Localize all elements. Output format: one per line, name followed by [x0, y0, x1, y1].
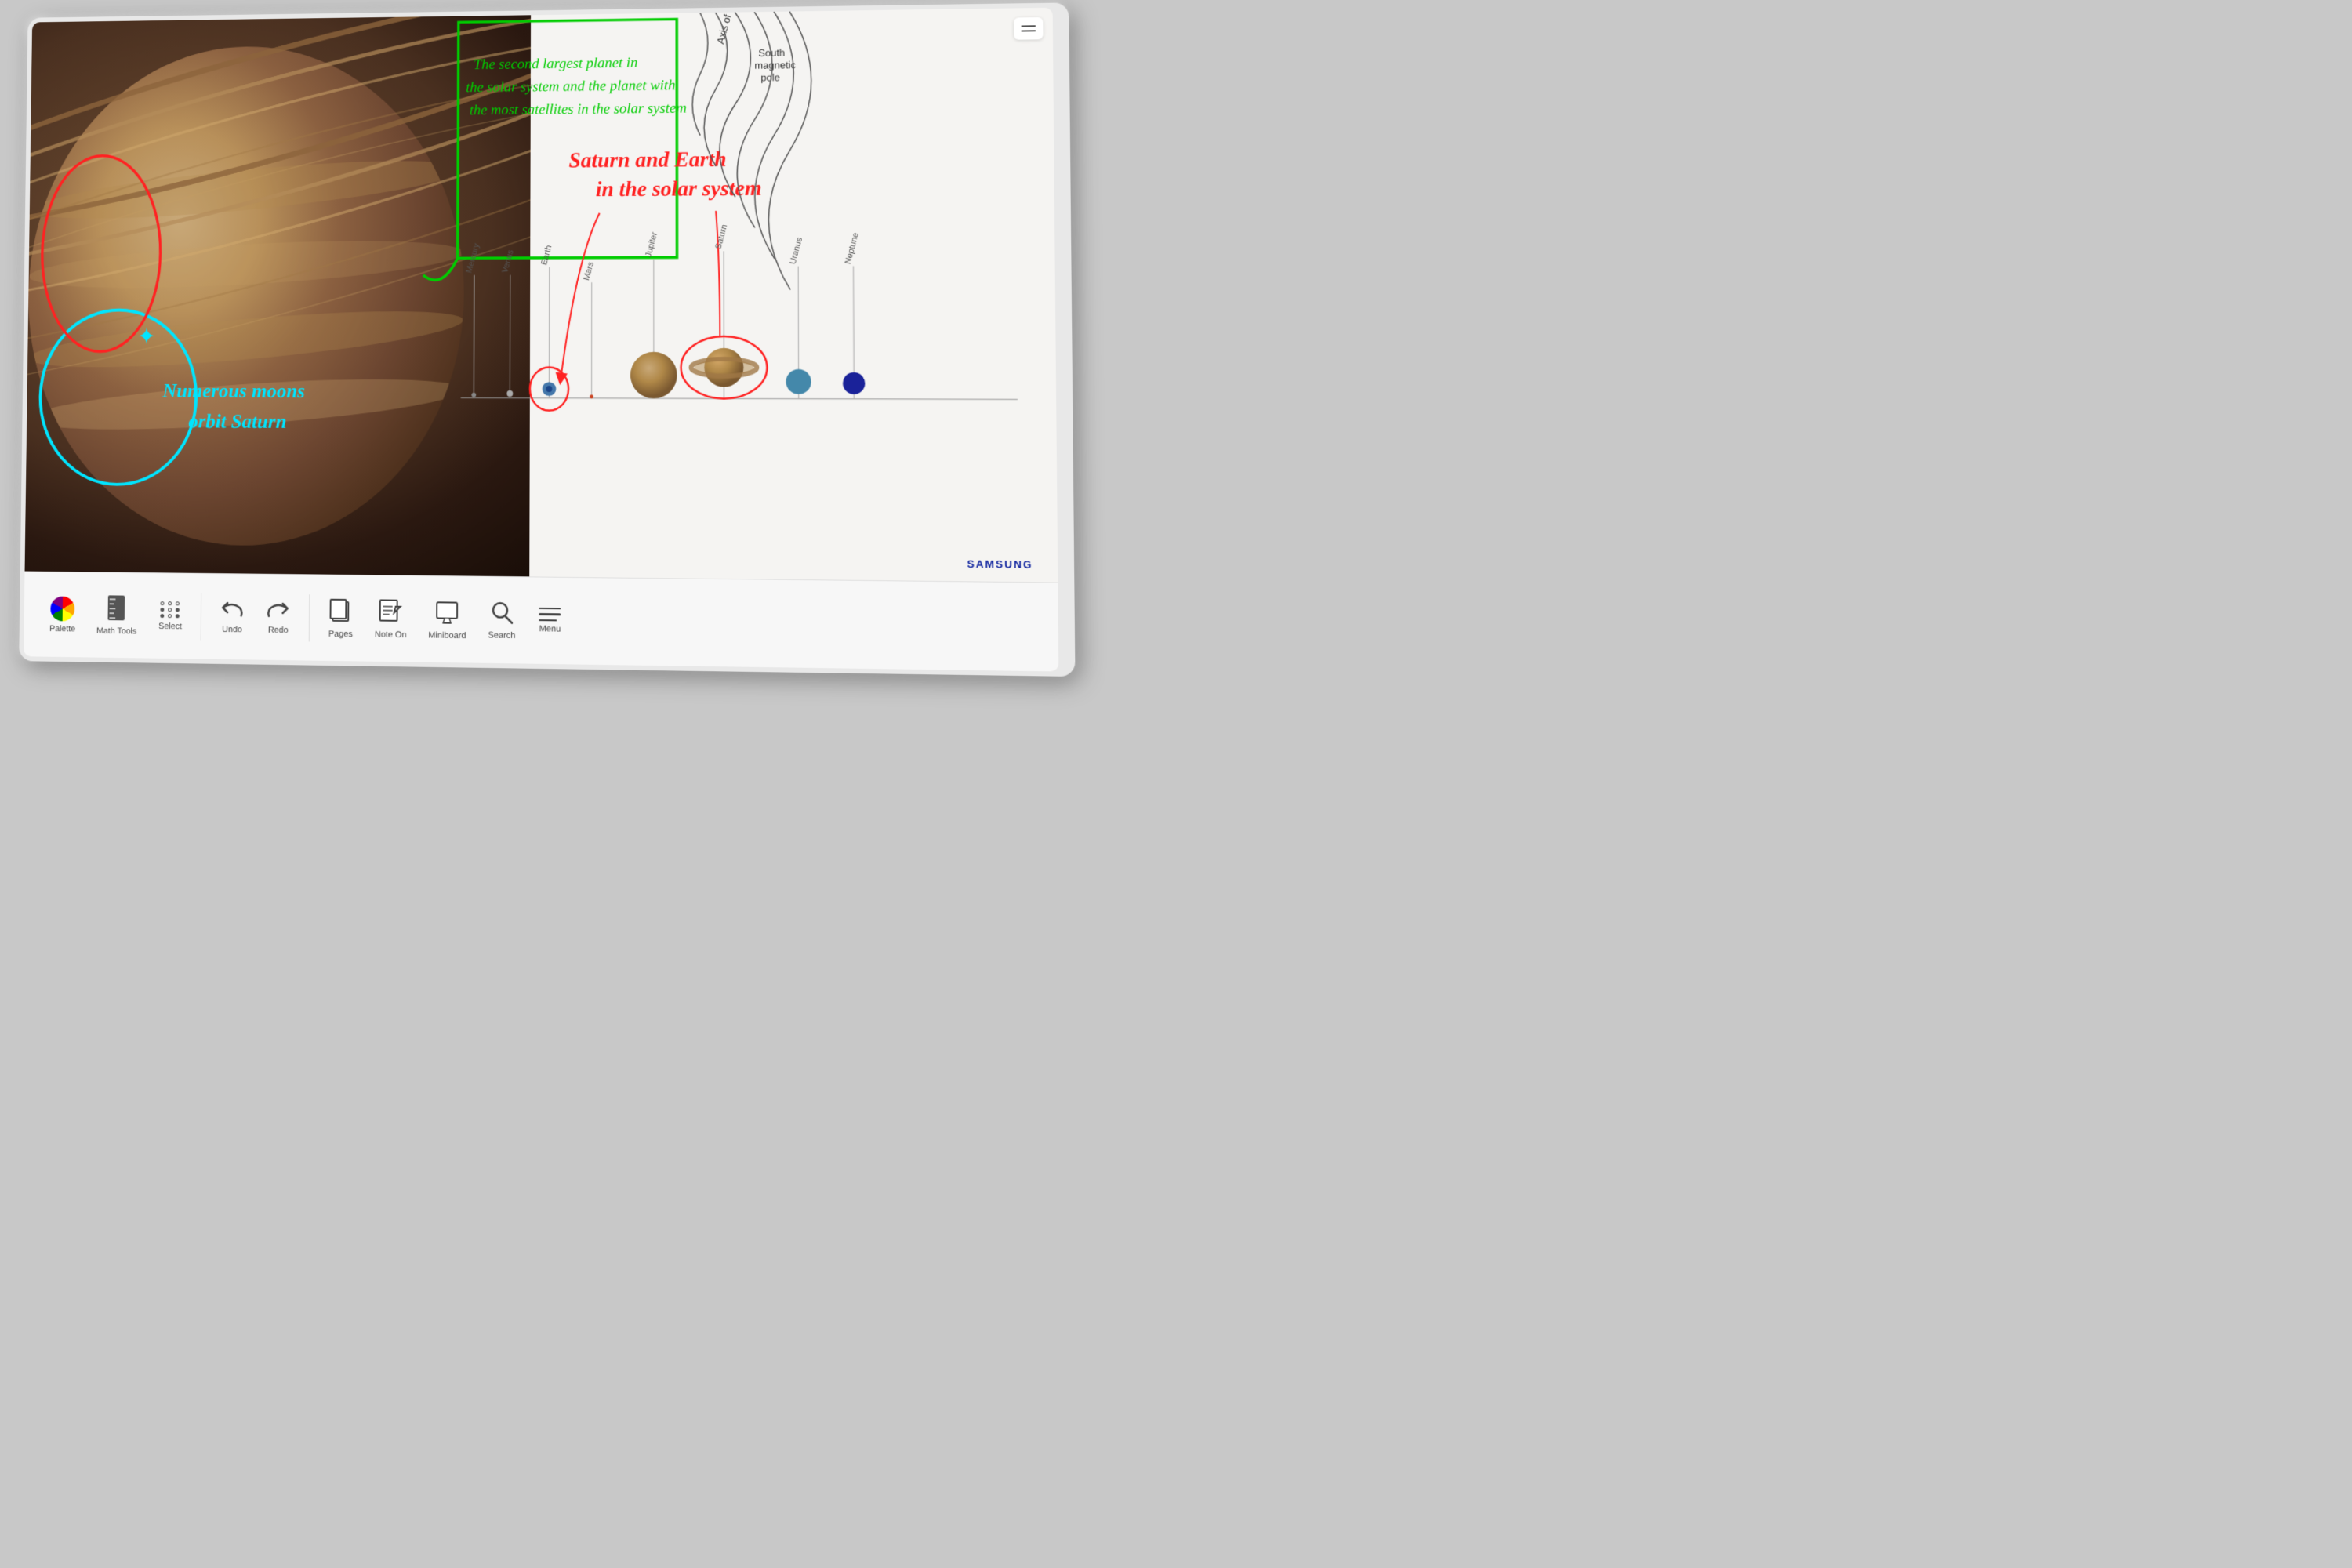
dot — [168, 614, 172, 618]
redo-button[interactable]: Redo — [255, 593, 301, 641]
select-icon — [161, 601, 180, 619]
dot — [168, 601, 172, 605]
hamburger-icon — [539, 608, 561, 622]
math-tools-button[interactable]: Math Tools — [85, 589, 147, 643]
device-frame: ✦ Numerous moons orbit Saturn The second… — [19, 2, 1075, 677]
dot — [176, 601, 180, 605]
toolbar: Palette Math Tools — [24, 571, 1058, 671]
menu-line — [539, 619, 557, 622]
color-wheel — [50, 596, 74, 621]
pages-button[interactable]: Pages — [318, 591, 365, 645]
undo-icon — [221, 600, 243, 622]
dot — [175, 614, 179, 618]
math-tools-label: Math Tools — [96, 626, 136, 636]
select-label: Select — [158, 621, 182, 630]
miniboard-button[interactable]: Miniboard — [417, 592, 477, 647]
white-content-area — [529, 8, 1058, 583]
dot — [161, 601, 165, 605]
undo-label: Undo — [222, 624, 242, 633]
redo-label: Redo — [268, 625, 289, 634]
dot — [161, 614, 165, 618]
samsung-logo: SAMSUNG — [967, 557, 1033, 570]
dot — [168, 608, 172, 612]
toolbar-divider — [201, 593, 202, 640]
menu-line — [539, 613, 561, 615]
search-button[interactable]: Search — [477, 593, 526, 646]
redo-icon — [267, 600, 289, 622]
menu-button[interactable]: Menu — [526, 601, 573, 641]
dot — [161, 608, 165, 612]
saturn-image — [25, 14, 613, 578]
palette-button[interactable]: Palette — [39, 590, 87, 640]
palette-label: Palette — [49, 624, 75, 633]
search-icon — [491, 601, 513, 628]
menu-line — [1021, 30, 1036, 31]
select-button[interactable]: Select — [147, 594, 194, 637]
menu-icon — [539, 608, 561, 622]
note-on-label: Note On — [375, 630, 407, 640]
search-label: Search — [488, 630, 515, 641]
menu-line — [1021, 25, 1036, 27]
saturn-rings — [25, 14, 613, 578]
miniboard-label: Miniboard — [428, 630, 466, 641]
ruler-svg — [105, 595, 128, 620]
menu-label: Menu — [539, 624, 561, 634]
toolbar-divider — [309, 594, 310, 641]
note-on-button[interactable]: Note On — [364, 592, 418, 646]
top-menu-button[interactable] — [1014, 17, 1043, 40]
dot — [175, 608, 179, 612]
screen: ✦ Numerous moons orbit Saturn The second… — [24, 8, 1058, 672]
pages-label: Pages — [328, 629, 353, 638]
miniboard-icon — [436, 599, 459, 628]
note-on-icon — [378, 598, 403, 627]
main-content: ✦ Numerous moons orbit Saturn The second… — [25, 8, 1058, 583]
pages-icon — [329, 597, 353, 626]
dots-grid — [161, 601, 180, 619]
math-tools-icon — [105, 595, 128, 623]
menu-line — [539, 608, 561, 610]
undo-button[interactable]: Undo — [209, 593, 256, 641]
palette-icon — [50, 596, 74, 621]
